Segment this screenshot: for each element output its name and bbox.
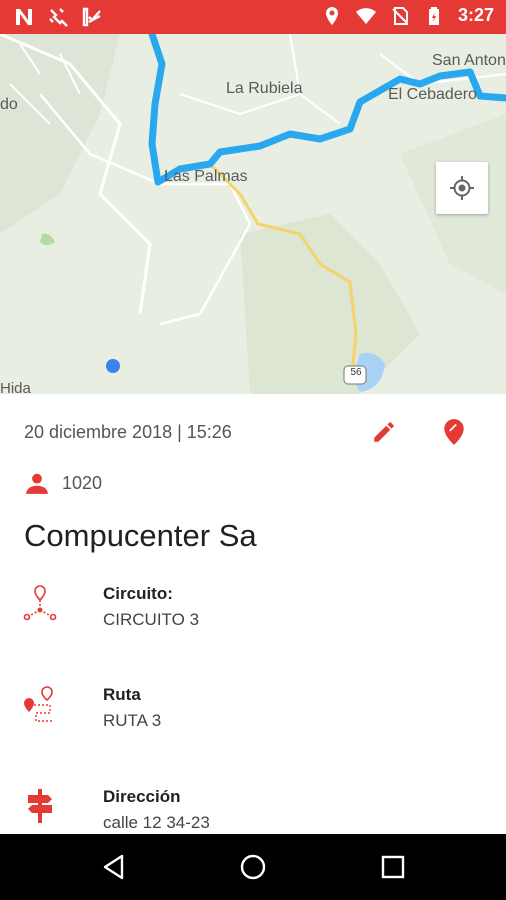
home-button[interactable] <box>233 847 273 887</box>
info-value: calle 12 34-23 <box>103 813 210 832</box>
info-circuit: Circuito: CIRCUITO 3 <box>22 584 482 654</box>
map-label: Las Palmas <box>164 168 248 185</box>
visit-details: 20 diciembre 2018 | 15:26 1020 Compucent… <box>0 394 506 834</box>
my-location-icon <box>450 176 474 200</box>
recents-icon <box>381 855 405 879</box>
my-location-button[interactable] <box>436 162 488 214</box>
map-pin-icon <box>444 419 464 445</box>
wifi-icon <box>355 7 376 24</box>
info-label: Dirección <box>103 787 181 806</box>
info-label: Ruta <box>103 685 141 704</box>
info-route: Ruta RUTA 3 <box>22 685 482 755</box>
map-view[interactable]: La Rubiela San Anton El Cebadero Las Pal… <box>0 34 506 394</box>
map-label: Hida <box>0 380 31 394</box>
back-button[interactable] <box>94 847 134 887</box>
client-name: Compucenter Sa <box>24 518 257 553</box>
no-sim-icon <box>392 6 408 25</box>
pencil-icon <box>374 422 394 442</box>
satellite-icon <box>49 8 68 27</box>
n-app-icon <box>16 9 32 25</box>
status-bar: 3:27 <box>0 0 506 34</box>
route-icon <box>24 686 53 722</box>
navigation-bar <box>0 834 506 900</box>
user-code: 1020 <box>62 472 103 493</box>
map-label: do <box>0 96 18 113</box>
person-icon <box>26 473 48 494</box>
visit-datetime: 20 diciembre 2018 | 15:26 <box>24 422 232 442</box>
location-icon <box>325 6 338 25</box>
road-shield-label: 56 <box>350 367 362 378</box>
info-value: RUTA 3 <box>103 711 162 730</box>
user-row: 1020 <box>24 470 102 496</box>
map-label: La Rubiela <box>226 80 303 97</box>
location-button[interactable] <box>438 416 470 448</box>
info-value: CIRCUITO 3 <box>103 610 200 629</box>
back-icon <box>103 854 124 880</box>
info-label: Circuito: <box>103 584 173 603</box>
edit-button[interactable] <box>368 416 400 448</box>
checklist-app-icon <box>82 7 101 27</box>
home-icon <box>240 854 266 880</box>
status-time: 3:27 <box>457 5 494 25</box>
circuit-icon <box>23 585 57 621</box>
map-label: San Anton <box>432 52 506 69</box>
recents-button[interactable] <box>373 847 413 887</box>
battery-icon <box>428 6 439 25</box>
signpost-icon <box>28 789 52 823</box>
map-label: El Cebadero <box>388 86 477 103</box>
